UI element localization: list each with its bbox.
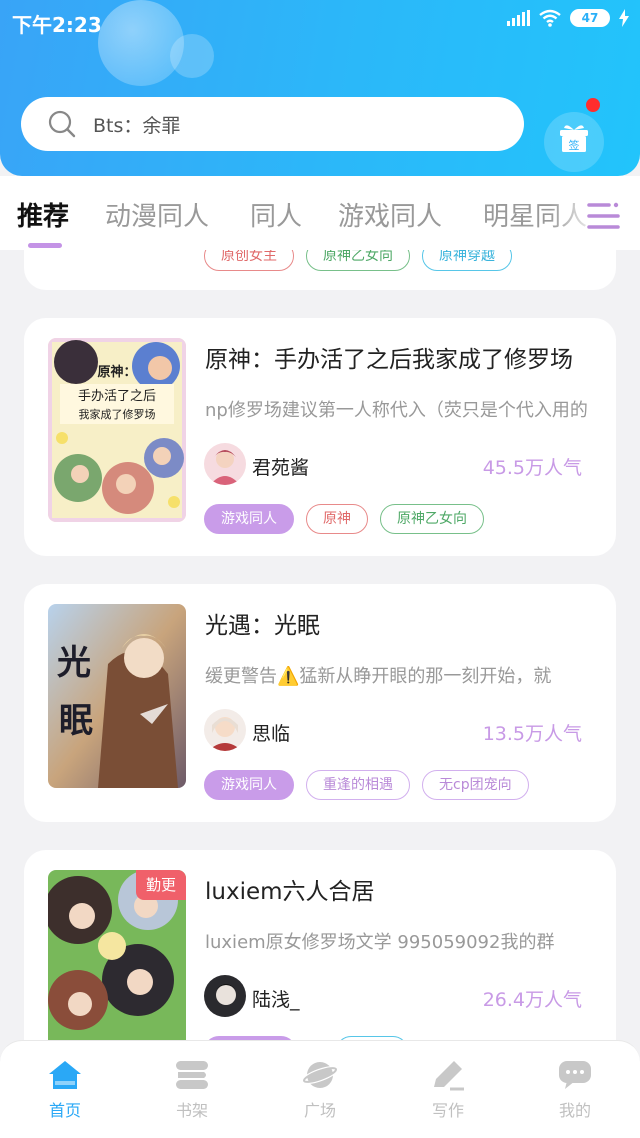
- notification-dot: [586, 98, 600, 112]
- book-cover: 勤更: [48, 870, 186, 1040]
- tab-game-fanfic[interactable]: 游戏同人: [338, 196, 442, 233]
- cover-subtitle: 眠: [59, 701, 93, 741]
- popularity-count: 13.5万人气: [482, 723, 582, 745]
- popularity-count: 45.5万人气: [482, 457, 582, 479]
- author-name[interactable]: 君苑酱: [252, 453, 309, 480]
- nav-mine[interactable]: 我的: [525, 1059, 625, 1121]
- cover-title: 原神：: [97, 364, 136, 380]
- tab-active-indicator: [28, 243, 62, 248]
- tag-list: 游戏同人 重逢的相遇 无cp团宠向: [204, 770, 529, 800]
- book-cover: 原神： 手办活了之后 我家成了修罗场: [48, 338, 186, 522]
- nav-home[interactable]: 首页: [15, 1059, 115, 1121]
- book-cover: 光 眠: [48, 604, 186, 788]
- bookshelf-icon: [176, 1061, 208, 1089]
- author-name[interactable]: 陆浅_: [252, 985, 300, 1012]
- planet-icon: [302, 1062, 338, 1088]
- tag-list: 游戏同人 原神 原神乙女向: [204, 504, 484, 534]
- tag[interactable]: 原创女主: [204, 250, 294, 271]
- novel-card[interactable]: 勤更 luxiem六人合居 luxiem原女修罗场文学 995059092我的群…: [24, 850, 616, 1040]
- update-badge: 勤更: [136, 870, 186, 900]
- tag[interactable]: 重逢的相遇: [306, 770, 410, 800]
- nav-mine-label: 我的: [558, 1101, 591, 1120]
- signal-icon: [507, 10, 530, 26]
- nav-bookshelf-label: 书架: [175, 1101, 208, 1120]
- battery-indicator: 47: [570, 9, 610, 27]
- tag[interactable]: 游戏同人: [204, 504, 294, 534]
- novel-feed: 原创女主 原神乙女向 原神穿越 原神： 手办活了之后 我家成了修罗场 原神：手办…: [0, 250, 640, 1040]
- category-menu-icon[interactable]: [587, 201, 621, 231]
- tag[interactable]: 原神穿越: [422, 250, 512, 271]
- author-avatar[interactable]: [204, 975, 246, 1017]
- status-icons: 47: [507, 9, 630, 27]
- author-avatar[interactable]: [204, 443, 246, 485]
- cover-title: 光: [57, 643, 91, 683]
- tag-list: 原创女主 原神乙女向 原神穿越: [204, 250, 512, 271]
- cover-subtitle: 手办活了之后: [78, 389, 156, 404]
- charging-icon: [619, 9, 629, 27]
- wifi-icon: [539, 9, 561, 27]
- cover-art: 原神： 手办活了之后 我家成了修罗场: [48, 338, 186, 522]
- nav-square-label: 广场: [303, 1101, 336, 1120]
- pen-icon: [434, 1061, 464, 1091]
- search-placeholder: Bts：余罪: [93, 114, 181, 137]
- novel-card[interactable]: 原创女主 原神乙女向 原神穿越: [24, 250, 616, 290]
- novel-description: np修罗场建议第一人称代入（荧只是个代入用的: [205, 400, 588, 421]
- decor-bubble-small: [170, 34, 214, 78]
- app-header: 下午2:23 47 Bts：余罪 签: [0, 0, 640, 176]
- popularity-count: 26.4万人气: [482, 989, 582, 1011]
- gift-label: 签: [569, 138, 580, 152]
- nav-square[interactable]: 广场: [270, 1059, 370, 1121]
- home-icon: [49, 1061, 81, 1089]
- tag[interactable]: 游戏同人: [204, 770, 294, 800]
- category-tabs: 推荐 动漫同人 同人 游戏同人 明星同人: [0, 176, 640, 250]
- novel-title[interactable]: 原神：手办活了之后我家成了修罗场: [205, 340, 595, 374]
- novel-title[interactable]: luxiem六人合居: [205, 872, 595, 906]
- bottom-navigation: 首页 书架 广场 写作 我的: [0, 1040, 640, 1138]
- status-time: 下午2:23: [12, 13, 102, 37]
- checkin-button[interactable]: 签: [544, 112, 604, 172]
- search-icon: [48, 110, 76, 138]
- tab-anime-fanfic[interactable]: 动漫同人: [105, 196, 209, 233]
- nav-write[interactable]: 写作: [398, 1059, 498, 1121]
- search-bar[interactable]: Bts：余罪: [21, 97, 524, 151]
- author-avatar[interactable]: [204, 709, 246, 751]
- gift-icon: 签: [560, 125, 588, 152]
- novel-card[interactable]: 光 眠 光遇：光眠 缓更警告⚠️猛新从睁开眼的那一刻开始，就 思临 13.5万人…: [24, 584, 616, 822]
- author-name[interactable]: 思临: [252, 719, 290, 746]
- novel-description: luxiem原女修罗场文学 995059092我的群: [205, 932, 555, 953]
- novel-card[interactable]: 原神： 手办活了之后 我家成了修罗场 原神：手办活了之后我家成了修罗场 np修罗…: [24, 318, 616, 556]
- nav-home-label: 首页: [48, 1101, 81, 1120]
- cover-art: 光 眠: [48, 604, 186, 788]
- tag[interactable]: 原神乙女向: [380, 504, 484, 534]
- tab-fanfic[interactable]: 同人: [250, 196, 302, 233]
- tag[interactable]: 无cp团宠向: [422, 770, 529, 800]
- novel-title[interactable]: 光遇：光眠: [205, 606, 595, 640]
- tag[interactable]: 原神乙女向: [306, 250, 410, 271]
- chat-bubble-icon: [559, 1061, 591, 1089]
- nav-bookshelf[interactable]: 书架: [142, 1059, 242, 1121]
- battery-level: 47: [581, 11, 599, 25]
- status-bar: 下午2:23 47: [0, 0, 640, 40]
- tag[interactable]: 原神: [306, 504, 368, 534]
- novel-description: 缓更警告⚠️猛新从睁开眼的那一刻开始，就: [205, 666, 552, 687]
- cover-subtitle: 我家成了修罗场: [79, 407, 156, 421]
- tab-recommend[interactable]: 推荐: [17, 196, 69, 233]
- nav-write-label: 写作: [431, 1101, 464, 1120]
